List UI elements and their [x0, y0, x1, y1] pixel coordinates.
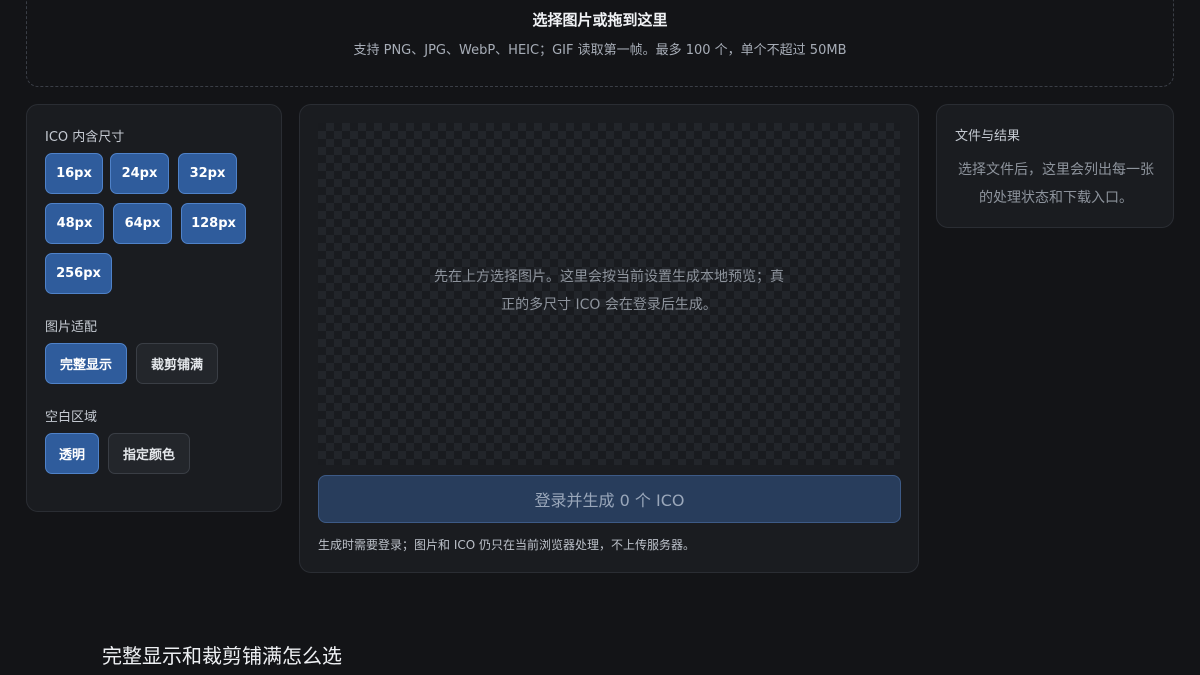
preview-placeholder: 先在上方选择图片。这里会按当前设置生成本地预览；真正的多尺寸 ICO 会在登录后… [434, 269, 784, 313]
sizes-label: ICO 内含尺寸 [45, 130, 125, 145]
fit-label: 图片适配 [45, 320, 98, 335]
blank-transparent-button[interactable]: 透明 [45, 433, 99, 474]
preview-canvas: 先在上方选择图片。这里会按当前设置生成本地预览；真正的多尺寸 ICO 会在登录后… [318, 123, 900, 465]
blank-area-label: 空白区域 [45, 410, 98, 425]
dropzone-hint: 支持 PNG、JPG、WebP、HEIC；GIF 读取第一帧。最多 100 个，… [353, 43, 847, 58]
size-chip-64[interactable]: 64px [113, 203, 172, 244]
fit-cover-button[interactable]: 裁剪铺满 [136, 343, 218, 384]
size-chip-32[interactable]: 32px [178, 153, 237, 194]
size-chip-128[interactable]: 128px [181, 203, 246, 244]
files-title: 文件与结果 [955, 129, 1021, 144]
ico-converter-page: 选择图片或拖到这里 支持 PNG、JPG、WebP、HEIC；GIF 读取第一帧… [0, 0, 1200, 675]
login-generate-button[interactable]: 登录并生成 0 个 ICO [318, 475, 901, 523]
blank-color-button[interactable]: 指定颜色 [108, 433, 190, 474]
files-panel: 文件与结果 选择文件后，这里会列出每一张的处理状态和下载入口。 [936, 104, 1174, 228]
dropzone-title: 选择图片或拖到这里 [532, 11, 668, 29]
settings-panel: ICO 内含尺寸 16px 24px 32px 48px 64px 128px … [26, 104, 282, 512]
size-chip-48[interactable]: 48px [45, 203, 104, 244]
file-dropzone[interactable]: 选择图片或拖到这里 支持 PNG、JPG、WebP、HEIC；GIF 读取第一帧… [26, 0, 1174, 87]
privacy-note: 生成时需要登录；图片和 ICO 仍只在当前浏览器处理，不上传服务器。 [318, 538, 695, 552]
fit-contain-button[interactable]: 完整显示 [45, 343, 127, 384]
size-chip-16[interactable]: 16px [45, 153, 103, 194]
preview-panel: 先在上方选择图片。这里会按当前设置生成本地预览；真正的多尺寸 ICO 会在登录后… [299, 104, 919, 573]
size-chip-256[interactable]: 256px [45, 253, 112, 294]
files-empty-message: 选择文件后，这里会列出每一张的处理状态和下载入口。 [958, 162, 1154, 206]
size-chip-24[interactable]: 24px [110, 153, 169, 194]
section-heading: 完整显示和裁剪铺满怎么选 [102, 644, 342, 668]
